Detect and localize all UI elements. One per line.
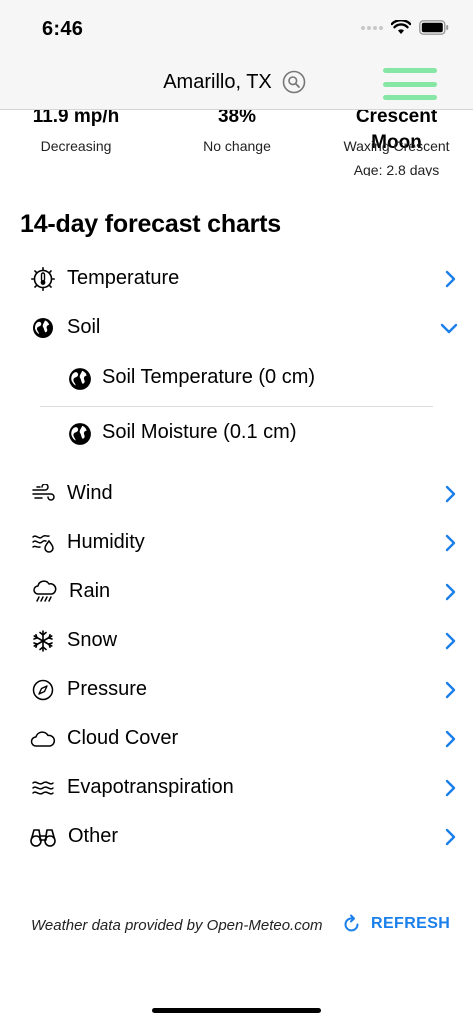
category-row-temperature[interactable]: Temperature [0, 254, 473, 303]
waves-icon [30, 775, 56, 801]
subcategory-label: Soil Moisture (0.1 cm) [102, 421, 297, 443]
category-label: Temperature [67, 267, 180, 289]
humidity-icon [30, 530, 56, 556]
category-row-snow[interactable]: Snow [0, 616, 473, 665]
chevron-right-icon [445, 730, 456, 748]
category-label: Humidity [67, 531, 145, 553]
status-time: 6:46 [42, 18, 84, 40]
search-icon [282, 70, 306, 94]
category-row-rain[interactable]: Rain [0, 567, 473, 616]
chevron-right-icon [445, 632, 456, 650]
humidity-stat: 38% No change [177, 104, 297, 154]
refresh-button[interactable]: REFRESH [343, 914, 450, 934]
category-row-soil[interactable]: Soil [0, 303, 473, 352]
category-row-humidity[interactable]: Humidity [0, 518, 473, 567]
subcategory-row-soil-moisture[interactable]: Soil Moisture (0.1 cm) [0, 407, 473, 461]
moon-age: Age: 2.8 days [353, 162, 440, 176]
wind-stat: 11.9 mp/h Decreasing [16, 104, 136, 154]
category-label: Wind [67, 482, 113, 504]
category-row-wind[interactable]: Wind [0, 469, 473, 518]
chevron-right-icon [445, 828, 456, 846]
location-title: Amarillo, TX [163, 70, 272, 93]
category-label: Snow [67, 629, 118, 651]
globe-icon [30, 315, 56, 341]
menu-button[interactable] [383, 68, 437, 100]
nav-bar: Amarillo, TX [0, 52, 473, 110]
compass-icon [30, 677, 56, 703]
category-row-cloud-cover[interactable]: Cloud Cover [0, 714, 473, 763]
current-stats: 11.9 mp/h Decreasing 38% No change Cresc… [0, 104, 473, 176]
footer: Weather data provided by Open-Meteo.com … [0, 914, 473, 938]
thermometer-sun-icon [30, 266, 56, 292]
menu-bar [383, 81, 437, 87]
menu-bar [383, 95, 437, 100]
category-row-pressure[interactable]: Pressure [0, 665, 473, 714]
category-label: Other [68, 825, 119, 847]
humidity-trend: No change [203, 138, 271, 154]
wifi-icon [391, 20, 411, 34]
rain-cloud-icon [32, 579, 58, 605]
search-button[interactable] [282, 70, 306, 94]
section-title: 14-day forecast charts [20, 210, 282, 238]
category-label: Evapotranspiration [67, 776, 234, 798]
menu-bar [383, 68, 437, 73]
data-credit: Weather data provided by Open-Meteo.com [31, 917, 323, 934]
wind-trend: Decreasing [40, 138, 112, 154]
status-bar: 6:46 [0, 0, 473, 52]
refresh-label: REFRESH [371, 915, 451, 932]
battery-icon [419, 20, 449, 35]
moon-phase: Waxing Crescent [343, 138, 450, 154]
globe-icon [69, 368, 91, 390]
category-label: Soil [67, 316, 101, 338]
category-label: Pressure [67, 678, 148, 700]
chevron-right-icon [445, 534, 456, 552]
forecast-chart-list: Temperature Soil Soil Temperature (0 cm)… [0, 254, 473, 861]
snowflake-icon [30, 628, 56, 654]
globe-icon [69, 423, 91, 445]
subcategory-label: Soil Temperature (0 cm) [102, 366, 316, 388]
category-label: Cloud Cover [67, 727, 179, 749]
cloud-icon [30, 726, 56, 752]
binoculars-icon [29, 824, 57, 850]
chevron-right-icon [445, 779, 456, 797]
category-label: Rain [69, 580, 111, 602]
category-row-evapotranspiration[interactable]: Evapotranspiration [0, 763, 473, 812]
chevron-right-icon [445, 583, 456, 601]
chevron-right-icon [445, 270, 456, 288]
subcategory-row-soil-temperature[interactable]: Soil Temperature (0 cm) [0, 352, 473, 406]
chevron-down-icon [440, 323, 458, 334]
category-row-other[interactable]: Other [0, 812, 473, 861]
home-indicator[interactable] [152, 1008, 321, 1013]
refresh-icon [344, 914, 359, 932]
chevron-right-icon [445, 681, 456, 699]
moon-stat: Crescent Moon Waxing Crescent Age: 2.8 d… [331, 104, 462, 176]
signal-icon [361, 25, 383, 30]
wind-icon [30, 481, 56, 507]
status-icons [361, 20, 449, 35]
chevron-right-icon [445, 485, 456, 503]
